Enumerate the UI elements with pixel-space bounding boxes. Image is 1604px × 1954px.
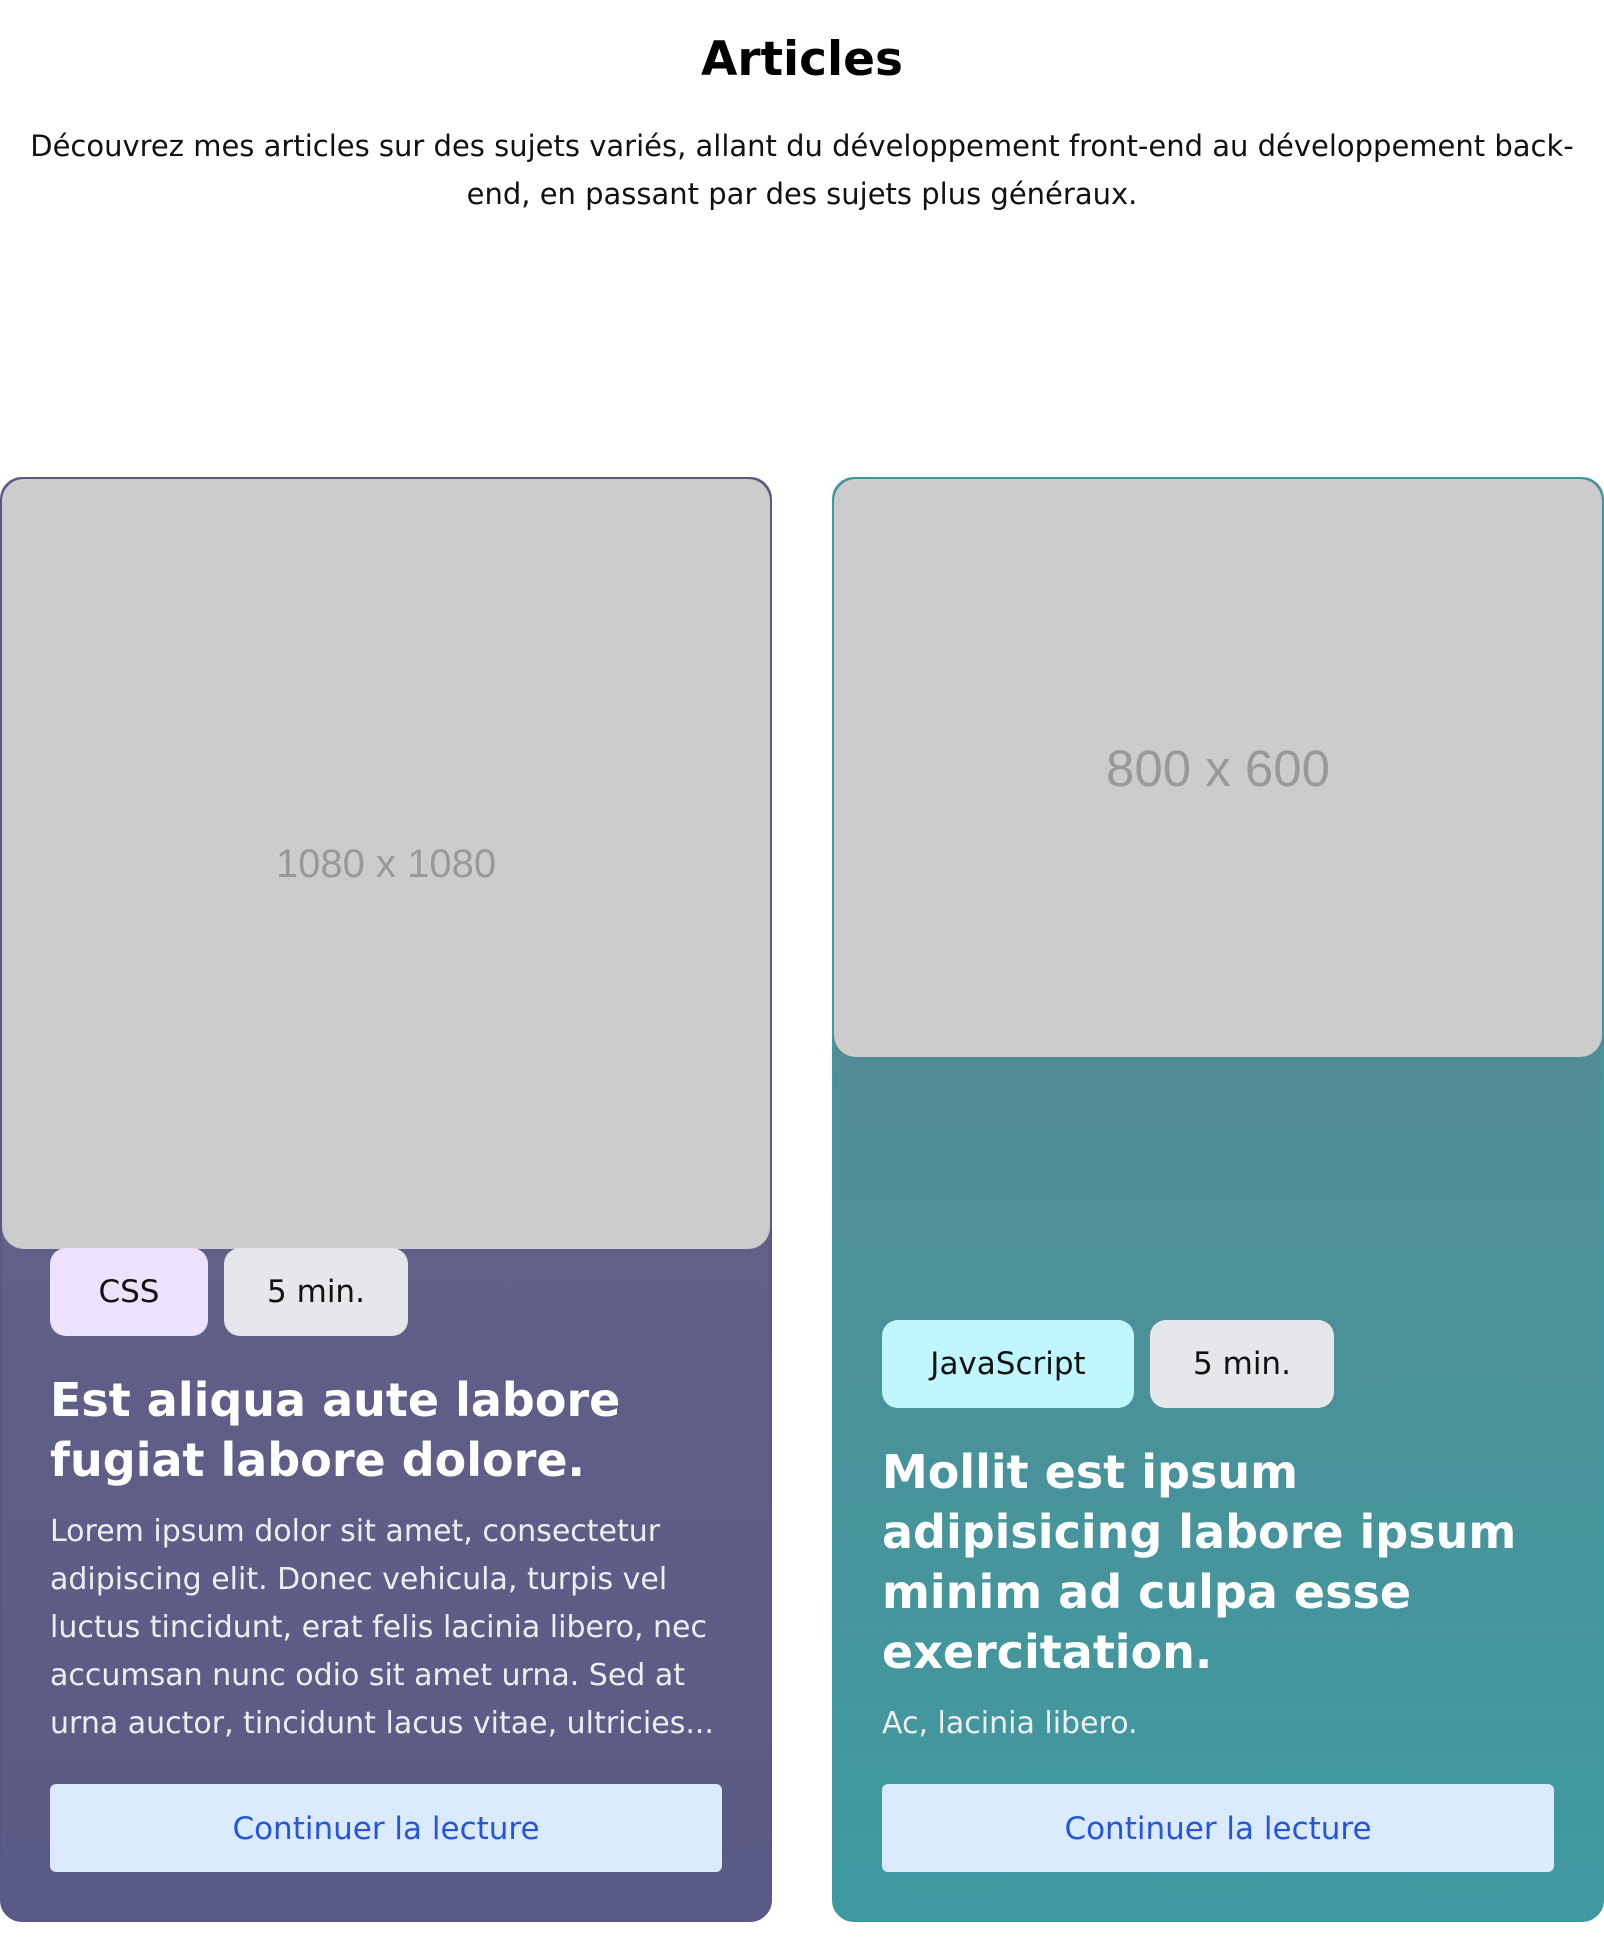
tag-list: CSS 5 min. [50,1248,722,1336]
page-subtitle: Découvrez mes articles sur des sujets va… [30,129,1574,211]
article-excerpt: Ac, lacinia libero. [882,1706,1138,1741]
article-card[interactable]: 1080 x 1080 CSS 5 min. Est aliqua aute l… [0,477,772,1922]
image-size-label: 800 x 600 [1105,739,1331,797]
reading-time-tag: 5 min. [1150,1320,1334,1408]
article-title[interactable]: Mollit est ipsum adipisicing labore ipsu… [882,1442,1554,1682]
article-image-placeholder: 1080 x 1080 [2,479,770,1249]
article-image-placeholder: 800 x 600 [834,479,1602,1057]
article-excerpt: Lorem ipsum dolor sit amet, consectetur … [50,1514,714,1741]
article-card-body: JavaScript 5 min. Mollit est ipsum adipi… [882,1320,1554,1872]
article-card[interactable]: 800 x 600 JavaScript 5 min. Mollit est i… [832,477,1604,1922]
article-card-body: CSS 5 min. Est aliqua aute labore fugiat… [50,1248,722,1872]
page-title: Articles [701,32,903,87]
category-tag[interactable]: CSS [50,1248,208,1336]
tag-list: JavaScript 5 min. [882,1320,1554,1408]
article-title[interactable]: Est aliqua aute labore fugiat labore dol… [50,1370,722,1490]
image-size-label: 1080 x 1080 [275,841,497,886]
continue-reading-button[interactable]: Continuer la lecture [50,1784,722,1872]
continue-reading-button[interactable]: Continuer la lecture [882,1784,1554,1872]
category-tag[interactable]: JavaScript [882,1320,1134,1408]
reading-time-tag: 5 min. [224,1248,408,1336]
